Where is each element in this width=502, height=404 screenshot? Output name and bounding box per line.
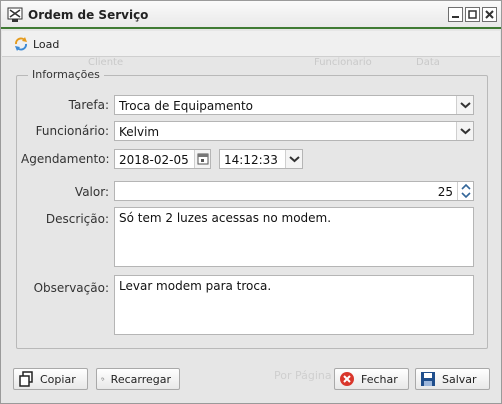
descricao-textarea[interactable]: Só tem 2 luzes acessas no modem. [114,207,474,267]
observacao-textarea[interactable]: Levar modem para troca. [114,275,474,335]
time-value: 14:12:33 [224,153,278,167]
time-dropdown-trigger[interactable] [285,150,302,168]
ghost-column-data: Data [416,57,440,68]
tarefa-value: Troca de Equipamento [119,99,253,113]
maximize-button[interactable] [465,7,480,22]
tarefa-dropdown-trigger[interactable] [456,96,473,114]
salvar-label: Salvar [442,372,477,386]
funcionario-value: Kelvim [119,125,160,139]
window-title: Ordem de Serviço [28,8,149,22]
ghost-column-cliente: Cliente [88,57,124,68]
descricao-value: Só tem 2 luzes acessas no modem. [119,211,332,225]
close-button[interactable] [482,7,497,22]
close-circle-icon [340,372,354,386]
funcionario-dropdown-trigger[interactable] [456,122,473,140]
chevron-down-icon [460,102,471,109]
load-button[interactable]: Load [13,36,59,52]
date-value: 2018-02-05 [119,153,189,167]
observacao-value: Levar modem para troca. [119,279,272,293]
calendar-icon [197,153,209,165]
date-picker-trigger[interactable] [194,150,210,168]
valor-spinner[interactable] [457,182,473,200]
agendamento-label: Agendamento: [21,152,110,166]
funcionario-select[interactable]: Kelvim [114,121,474,141]
observacao-label: Observação: [33,281,109,295]
ghost-pager-label: Por Página [274,369,332,382]
minimize-button[interactable] [448,7,463,22]
bottom-button-bar: Por Página Copiar Recarregar Fechar Salv… [2,359,500,403]
ghost-column-funcionario: Funcionario [314,57,372,68]
spinner-arrows-icon [461,183,471,199]
service-order-window: Ordem de Serviço Load Cliente Funcionari… [0,0,502,404]
funcionario-label: Funcionário: [35,124,109,138]
valor-label: Valor: [74,185,109,199]
minimize-icon [452,16,459,18]
descricao-label: Descrição: [45,212,109,226]
date-field[interactable]: 2018-02-05 [114,149,211,169]
recarregar-label: Recarregar [110,372,171,386]
recarregar-button[interactable]: Recarregar [96,368,180,390]
reload-icon [101,377,105,381]
tarefa-label: Tarefa: [68,98,109,112]
salvar-button[interactable]: Salvar [415,368,490,390]
time-select[interactable]: 14:12:33 [219,149,303,169]
tarefa-select[interactable]: Troca de Equipamento [114,95,474,115]
maximize-icon [468,10,477,19]
copiar-label: Copiar [40,372,76,386]
copiar-button[interactable]: Copiar [13,368,88,390]
title-bar[interactable]: Ordem de Serviço [1,1,501,29]
fieldset-legend: Informações [28,68,104,81]
chevron-down-icon [289,156,300,163]
close-icon [485,10,494,19]
valor-number-field[interactable]: 25 [114,181,474,201]
chevron-down-icon [460,128,471,135]
refresh-icon [15,37,27,51]
save-disk-icon [421,372,435,386]
load-label: Load [33,37,60,51]
valor-value: 25 [437,185,453,199]
tools-icon [7,7,23,22]
fechar-label: Fechar [361,372,398,386]
toolbar: Load [2,31,500,57]
copy-icon [19,371,33,387]
fechar-button[interactable]: Fechar [334,368,409,390]
